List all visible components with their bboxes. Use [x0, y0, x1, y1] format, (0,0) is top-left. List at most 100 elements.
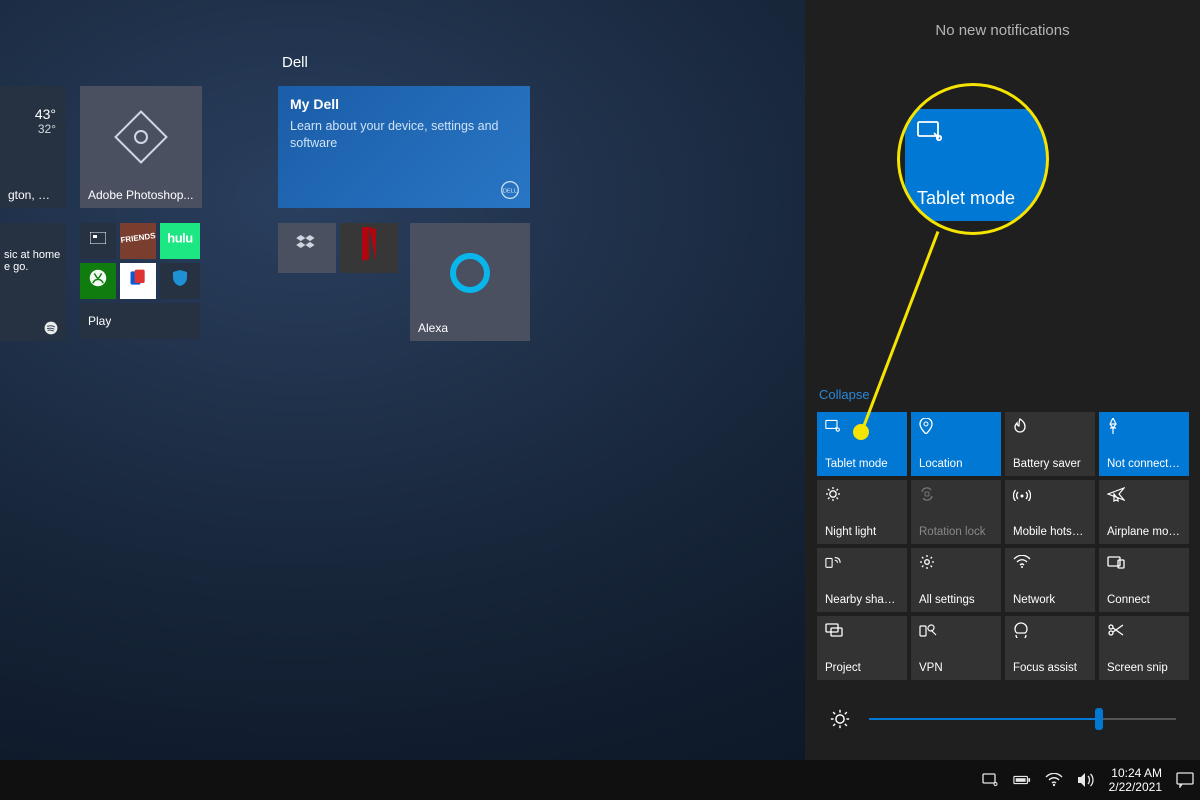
play-label: Play — [88, 314, 111, 328]
quick-action-network[interactable]: Network — [1005, 548, 1095, 612]
collapse-button[interactable]: Collapse — [805, 383, 884, 406]
quick-action-location[interactable]: Location — [911, 412, 1001, 476]
music-desc: sic at home e go. — [4, 249, 60, 273]
taskbar-clock[interactable]: 10:24 AM 2/22/2021 — [1109, 766, 1162, 795]
netflix-icon — [358, 227, 380, 261]
quick-action-label: VPN — [919, 662, 993, 674]
not-connected-icon — [1107, 418, 1181, 434]
weather-low: 32° — [35, 122, 56, 136]
alexa-label: Alexa — [418, 321, 522, 335]
quick-action-label: Mobile hotspot — [1013, 526, 1087, 538]
tablet-mode-zoom-preview: Tablet mode — [905, 109, 1047, 221]
quick-action-nearby-sharing[interactable]: Nearby sharing — [817, 548, 907, 612]
tablet-mode-icon — [917, 121, 1043, 143]
tablet-mode-zoom-label: Tablet mode — [917, 188, 1043, 209]
battery-icon[interactable] — [1013, 771, 1031, 789]
quick-action-label: Network — [1013, 594, 1087, 606]
quick-action-connect[interactable]: Connect — [1099, 548, 1189, 612]
photoshop-tile[interactable]: Adobe Photoshop... — [80, 86, 202, 208]
quick-action-label: Tablet mode — [825, 458, 899, 470]
alexa-icon — [448, 251, 492, 295]
shield-icon — [173, 270, 187, 286]
photoshop-icon — [113, 109, 169, 165]
action-center-header: No new notifications — [805, 0, 1200, 49]
dropbox-tile[interactable] — [278, 223, 336, 273]
tablet-mode-icon — [825, 418, 899, 434]
quick-action-label: Project — [825, 662, 899, 674]
cards-icon — [128, 268, 148, 288]
weather-high: 43° — [35, 106, 56, 122]
alexa-tile[interactable]: Alexa — [410, 223, 530, 341]
tile-group-label-dell: Dell — [282, 54, 308, 71]
friends-icon: FRIENDS — [120, 231, 156, 245]
quick-actions-grid: Tablet mode Location Battery saver Not conn… — [805, 406, 1200, 686]
app-icon — [90, 232, 106, 244]
dell-logo-icon: DELL — [500, 180, 520, 200]
quick-action-label: Airplane mode — [1107, 526, 1181, 538]
battery-saver-icon — [1013, 418, 1087, 434]
netflix-tile[interactable] — [340, 223, 398, 273]
music-tile[interactable]: sic at home e go. — [0, 223, 66, 341]
quick-action-label: Focus assist — [1013, 662, 1087, 674]
action-center-panel: No new notifications Tablet mode Collaps… — [805, 0, 1200, 760]
weather-location: gton, D.C. — [8, 188, 58, 202]
action-center-icon[interactable] — [1176, 771, 1194, 789]
wifi-icon[interactable] — [1045, 771, 1063, 789]
project-icon — [825, 622, 899, 638]
clock-time: 10:24 AM — [1109, 766, 1162, 780]
quick-action-not-connected[interactable]: Not connected — [1099, 412, 1189, 476]
taskbar: 10:24 AM 2/22/2021 — [0, 760, 1200, 800]
quick-action-label: Battery saver — [1013, 458, 1087, 470]
xbox-icon — [89, 269, 107, 287]
airplane-mode-icon — [1107, 486, 1181, 502]
quick-action-label: All settings — [919, 594, 993, 606]
start-menu-tiles: Dell 43° 32° gton, D.C. Adobe Photoshop.… — [0, 0, 800, 760]
focus-assist-icon — [1013, 622, 1087, 638]
mobile-hotspot-icon — [1013, 486, 1087, 502]
connect-icon — [1107, 554, 1181, 570]
clock-date: 2/22/2021 — [1109, 780, 1162, 794]
dropbox-icon — [296, 235, 318, 253]
quick-action-label: Night light — [825, 526, 899, 538]
quick-action-airplane-mode[interactable]: Airplane mode — [1099, 480, 1189, 544]
mydell-subtitle: Learn about your device, settings and so… — [290, 118, 516, 152]
brightness-slider[interactable] — [869, 718, 1176, 720]
location-icon — [919, 418, 993, 434]
quick-action-all-settings[interactable]: All settings — [911, 548, 1001, 612]
quick-action-tablet-mode[interactable]: Tablet mode — [817, 412, 907, 476]
quick-action-focus-assist[interactable]: Focus assist — [1005, 616, 1095, 680]
tile-small-1[interactable] — [80, 223, 116, 259]
tile-small-friends[interactable]: FRIENDS — [120, 223, 156, 259]
screen-snip-icon — [1107, 622, 1181, 638]
hulu-icon: hulu — [167, 231, 192, 246]
quick-action-label: Location — [919, 458, 993, 470]
tray-tablet-icon[interactable] — [981, 771, 999, 789]
mydell-title: My Dell — [290, 96, 339, 112]
quick-action-night-light[interactable]: Night light — [817, 480, 907, 544]
weather-tile[interactable]: 43° 32° gton, D.C. — [0, 86, 66, 208]
quick-action-screen-snip[interactable]: Screen snip — [1099, 616, 1189, 680]
network-icon — [1013, 554, 1087, 570]
quick-action-mobile-hotspot[interactable]: Mobile hotspot — [1005, 480, 1095, 544]
brightness-icon — [829, 708, 851, 730]
photoshop-label: Adobe Photoshop... — [88, 188, 194, 202]
play-tile[interactable]: Play — [80, 303, 200, 339]
quick-action-label: Rotation lock — [919, 526, 993, 538]
rotation-lock-icon — [919, 486, 993, 502]
quick-action-label: Screen snip — [1107, 662, 1181, 674]
volume-icon[interactable] — [1077, 771, 1095, 789]
night-light-icon — [825, 486, 899, 502]
tile-small-shield[interactable] — [160, 263, 200, 299]
quick-action-rotation-lock: Rotation lock — [911, 480, 1001, 544]
quick-action-label: Connect — [1107, 594, 1181, 606]
quick-action-label: Not connected — [1107, 458, 1181, 470]
tile-small-hulu[interactable]: hulu — [160, 223, 200, 259]
brightness-row — [805, 686, 1200, 760]
vpn-icon — [919, 622, 993, 638]
mydell-tile[interactable]: My Dell Learn about your device, setting… — [278, 86, 530, 208]
quick-action-project[interactable]: Project — [817, 616, 907, 680]
tile-small-xbox[interactable] — [80, 263, 116, 299]
quick-action-battery-saver[interactable]: Battery saver — [1005, 412, 1095, 476]
tile-small-solitaire[interactable] — [120, 263, 156, 299]
quick-action-vpn[interactable]: VPN — [911, 616, 1001, 680]
